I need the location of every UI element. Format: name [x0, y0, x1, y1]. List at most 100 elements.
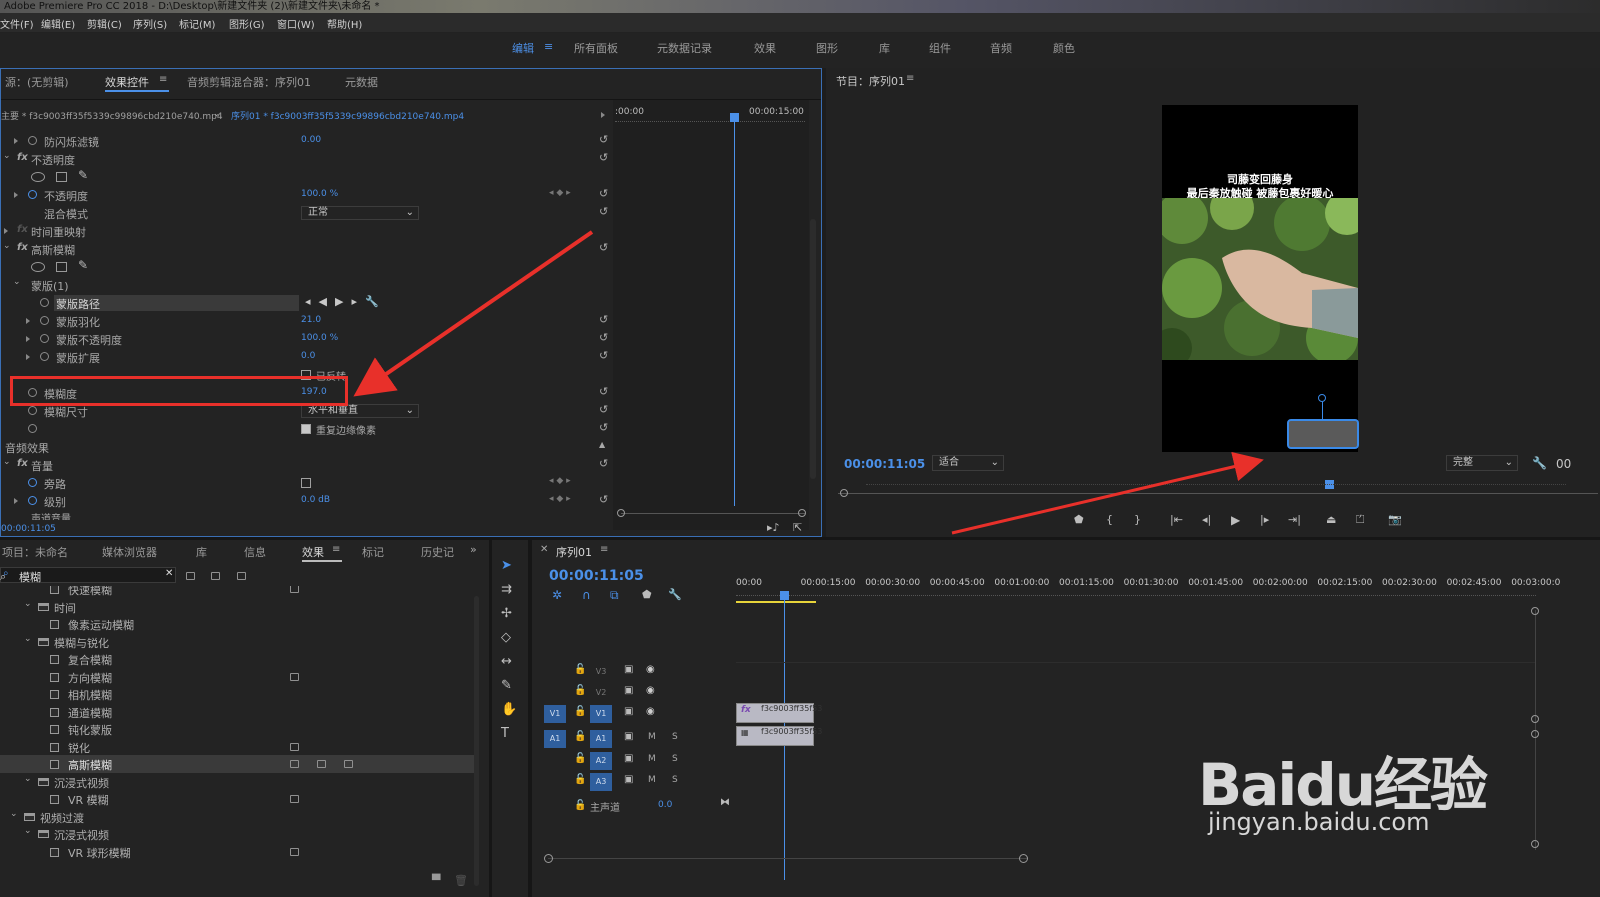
- panel-menu-icon[interactable]: ≡: [600, 544, 608, 555]
- snap-icon[interactable]: ∩: [582, 588, 591, 602]
- reset-icon[interactable]: ↺: [599, 493, 608, 506]
- menu-marker[interactable]: 标记(M): [179, 16, 215, 31]
- master-chevron-icon[interactable]: ⌄: [213, 109, 221, 119]
- lock-icon[interactable]: 🔓: [574, 664, 586, 675]
- h-scroll-right-handle[interactable]: [1019, 854, 1028, 863]
- tab-project[interactable]: 项目：未命名: [2, 544, 68, 560]
- keyframe-nav-icon[interactable]: ◂ ◆ ▸: [549, 494, 571, 504]
- tab-markers[interactable]: 标记: [362, 544, 384, 560]
- effects-folder[interactable]: ⌄ 模糊与锐化: [0, 633, 474, 651]
- effects-item[interactable]: VR 模糊: [0, 790, 474, 808]
- step-back-icon[interactable]: ◂|: [1202, 513, 1211, 526]
- stopwatch-active-icon[interactable]: [28, 496, 37, 505]
- play-only-audio-icon[interactable]: [601, 112, 605, 118]
- stopwatch-active-icon[interactable]: [28, 478, 37, 487]
- reset-icon[interactable]: ↺: [599, 331, 608, 344]
- effects-item[interactable]: 钝化蒙版: [0, 720, 474, 738]
- nest-icon[interactable]: ✲: [552, 588, 562, 602]
- mask-path-label[interactable]: 蒙版路径: [56, 296, 100, 312]
- panel-menu-icon[interactable]: ≡: [159, 74, 167, 85]
- linked-selection-icon[interactable]: ⧉: [610, 588, 619, 603]
- workspace-effects[interactable]: 效果: [754, 40, 776, 56]
- track-target-a1[interactable]: A1: [590, 730, 612, 748]
- sync-lock-icon[interactable]: ▣: [624, 664, 633, 675]
- export-icon[interactable]: ⇱: [793, 521, 802, 534]
- mask-expansion-value[interactable]: 0.0: [301, 351, 315, 361]
- tab-source[interactable]: 源：(无剪辑): [5, 74, 69, 90]
- effects-item[interactable]: 方向模糊: [0, 668, 474, 686]
- video-frame[interactable]: 司藤变回藤身 最后秦放触碰 被藤包裹好暖心: [1162, 105, 1359, 452]
- repeat-edge-checkbox[interactable]: [301, 424, 311, 434]
- expand-arrow-icon[interactable]: [4, 228, 8, 234]
- track-target-a2[interactable]: A2: [590, 752, 612, 770]
- menu-graphics[interactable]: 图形(G): [229, 16, 265, 31]
- effect-timeline-area[interactable]: [613, 100, 809, 530]
- ellipse-mask-icon[interactable]: [31, 262, 45, 272]
- mute-button[interactable]: M: [648, 732, 656, 742]
- reset-icon[interactable]: ↺: [599, 187, 608, 200]
- reset-icon[interactable]: ↺: [599, 457, 608, 470]
- bypass-checkbox[interactable]: [301, 478, 311, 488]
- track-target-v2[interactable]: V2: [590, 684, 612, 702]
- tab-effect-controls[interactable]: 效果控件: [105, 74, 149, 90]
- hand-tool-icon[interactable]: ✋: [501, 702, 517, 717]
- master-value[interactable]: 0.0: [658, 800, 672, 810]
- lock-icon[interactable]: 🔓: [574, 731, 586, 742]
- tab-audio-clip-mixer[interactable]: 音频剪辑混合器：序列01: [187, 74, 311, 90]
- eye-icon[interactable]: ◉: [646, 664, 655, 675]
- pen-mask-icon[interactable]: ✎: [78, 258, 88, 272]
- program-timecode[interactable]: 00:00:11:05: [844, 457, 925, 471]
- stopwatch-icon[interactable]: [40, 298, 49, 307]
- stopwatch-icon[interactable]: [28, 136, 37, 145]
- effects-scrollbar[interactable]: [474, 596, 479, 886]
- audio-clip[interactable]: ▦ f3c9003ff35f53: [736, 726, 822, 746]
- reset-icon[interactable]: ↺: [599, 205, 608, 218]
- expand-arrow-icon[interactable]: [26, 354, 30, 360]
- master-clip-label[interactable]: 主要 * f3c9003ff35f5339c99896cbd210e740.mp…: [1, 109, 223, 122]
- effects-item[interactable]: 快速模糊: [0, 586, 474, 598]
- effects-item[interactable]: 高斯模糊: [0, 755, 474, 773]
- stopwatch-icon[interactable]: [28, 424, 37, 433]
- eye-icon[interactable]: ◉: [646, 706, 655, 717]
- menu-file[interactable]: 文件(F): [0, 16, 34, 31]
- tab-effects[interactable]: 效果: [302, 544, 324, 560]
- panel-menu-icon[interactable]: ≡: [332, 544, 340, 555]
- h-scroll-left-handle[interactable]: [544, 854, 553, 863]
- track-select-tool-icon[interactable]: ⇉: [501, 582, 512, 597]
- collapse-arrow-icon[interactable]: ⌄: [13, 277, 21, 287]
- effects-folder[interactable]: ⌄ 沉浸式视频: [0, 825, 474, 843]
- effects-item[interactable]: 锐化: [0, 738, 474, 756]
- expand-arrow-icon[interactable]: [26, 318, 30, 324]
- keyframe-nav-icon[interactable]: ◂ ◆ ▸: [549, 188, 571, 198]
- scroll-up-icon[interactable]: ▲: [599, 440, 605, 449]
- accelerated-filter-icon[interactable]: [186, 572, 195, 580]
- lock-icon[interactable]: 🔓: [574, 753, 586, 764]
- new-bin-icon[interactable]: ▀: [432, 874, 440, 887]
- menu-edit[interactable]: 编辑(E): [41, 16, 75, 31]
- type-tool-icon[interactable]: T: [501, 726, 509, 741]
- sync-lock-icon[interactable]: ▣: [624, 753, 633, 764]
- stopwatch-icon[interactable]: [40, 334, 49, 343]
- timeline-ruler[interactable]: 00:00 00:00:15:00 00:00:30:00 00:00:45:00 00…: [736, 578, 1560, 592]
- reset-icon[interactable]: ↺: [599, 151, 608, 164]
- go-to-in-icon[interactable]: |⇤: [1170, 513, 1183, 526]
- workspace-graphics[interactable]: 图形: [816, 40, 838, 56]
- go-to-end-icon[interactable]: ⧓: [720, 797, 730, 808]
- quality-dropdown[interactable]: 完整 ⌄: [1446, 455, 1518, 471]
- fx-icon[interactable]: fx: [17, 242, 28, 253]
- workspace-assembly[interactable]: 组件: [929, 40, 951, 56]
- effects-item[interactable]: 通道模糊: [0, 703, 474, 721]
- timeline-h-scroll[interactable]: [548, 858, 1028, 859]
- keyframe-nav-icon[interactable]: ◂ ◆ ▸: [549, 476, 571, 486]
- menu-sequence[interactable]: 序列(S): [133, 16, 167, 31]
- expand-arrow-icon[interactable]: [26, 336, 30, 342]
- ellipse-mask-icon[interactable]: [31, 172, 45, 182]
- wrench-icon[interactable]: 🔧: [1532, 456, 1547, 470]
- solo-button[interactable]: S: [672, 732, 678, 742]
- lock-icon[interactable]: 🔓: [574, 685, 586, 696]
- step-forward-icon[interactable]: |▸: [1260, 513, 1269, 526]
- selection-tool-icon[interactable]: ➤: [501, 558, 512, 573]
- sync-lock-icon[interactable]: ▣: [624, 685, 633, 696]
- stopwatch-icon[interactable]: [40, 316, 49, 325]
- work-area-bar[interactable]: [736, 601, 816, 603]
